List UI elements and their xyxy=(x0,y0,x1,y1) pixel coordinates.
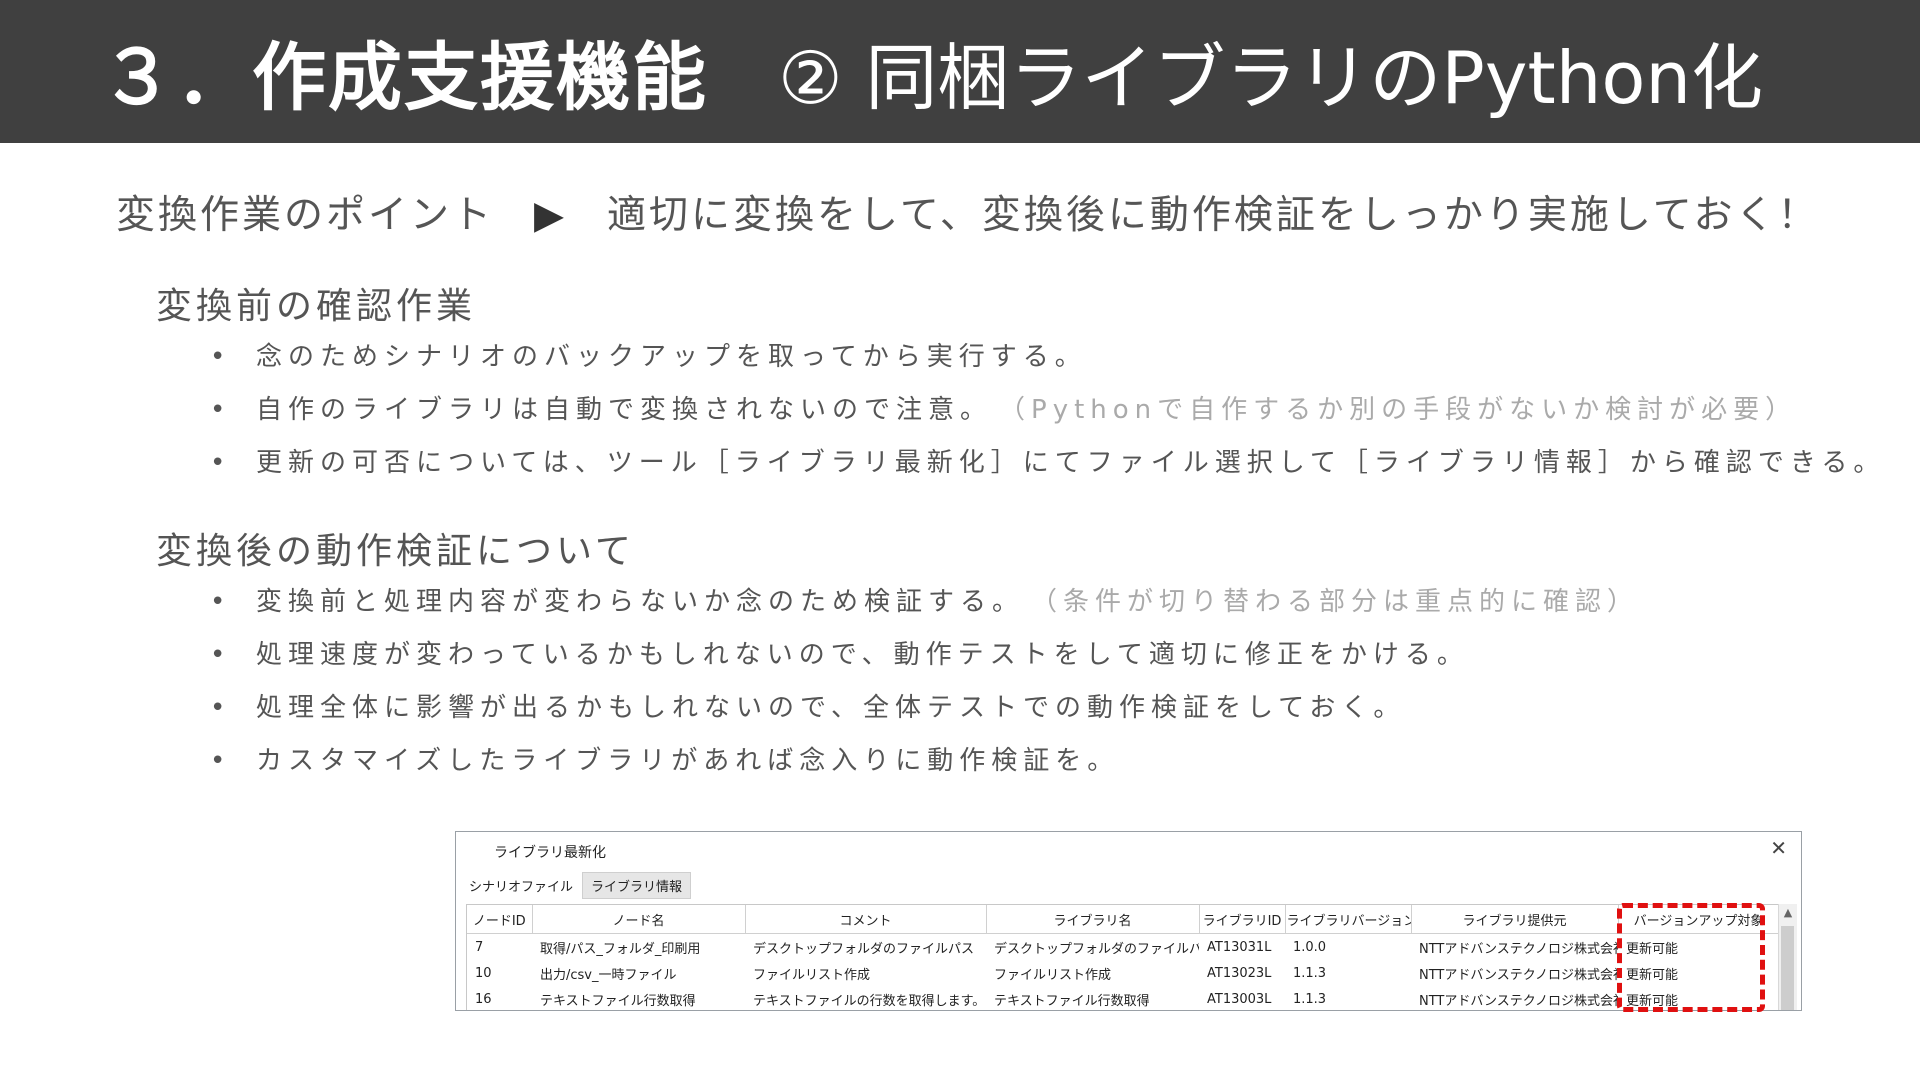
bullet-icon: • xyxy=(210,746,226,776)
bullet-icon: • xyxy=(210,587,226,617)
library-table: ノードID ノード名 コメント ライブラリ名 ライブラリID ライブラリバージョ… xyxy=(466,904,1780,1010)
dialog-title: ライブラリ最新化 xyxy=(494,845,606,861)
slide-subtitle: ② 同梱ライブラリのPython化 xyxy=(778,36,1764,120)
bullet-icon: • xyxy=(210,342,226,372)
conversion-point: 変換作業のポイント ▶ 適切に変換をして、変換後に動作検証をしっかり実施しておく！ xyxy=(116,184,1820,240)
list-item: • 念のためシナリオのバックアップを取ってから実行する。 xyxy=(210,331,1905,384)
table-cell: 更新可能 xyxy=(1626,967,1679,983)
table-cell: AT13023L xyxy=(1207,965,1272,981)
point-text: 適切に変換をして、変換後に動作検証をしっかり実施しておく！ xyxy=(607,193,1820,238)
list-item: • 自作のライブラリは自動で変換されないので注意。 （Pythonで自作するか別の手… xyxy=(210,384,1905,437)
after-checklist: • 変換前と処理内容が変わらないか念のため検証する。 （条件が切り替わる部分は重点的… xyxy=(210,576,1639,788)
bullet-icon: • xyxy=(210,693,226,723)
play-arrow-icon: ▶ xyxy=(534,193,568,238)
bullet-icon: • xyxy=(210,395,226,425)
point-label: 変換作業のポイント xyxy=(116,193,495,238)
table-cell: 取得/パス_フォルダ_印刷用 xyxy=(540,941,701,957)
section-heading-after: 変換後の動作検証について xyxy=(156,531,635,572)
table-cell: 更新可能 xyxy=(1626,941,1679,957)
list-item-text: 処理全体に影響が出るかもしれないので、全体テストでの動作検証をしておく。 xyxy=(256,693,1406,723)
table-header-row: ノードID ノード名 コメント ライブラリ名 ライブラリID ライブラリバージョ… xyxy=(467,905,1780,934)
table-cell: 出力/csv_一時ファイル xyxy=(540,967,677,983)
list-item-text: カスタマイズしたライブラリがあれば念入りに動作検証を。 xyxy=(256,746,1120,776)
table-row[interactable]: 10 出力/csv_一時ファイル ファイルリスト作成 ファイルリスト作成 AT1… xyxy=(467,960,1779,986)
table-cell: 更新可能 xyxy=(1626,993,1679,1009)
table-cell: NTTアドバンステクノロジ株式会社 xyxy=(1419,941,1618,957)
table-cell: 16 xyxy=(475,991,492,1007)
vertical-scrollbar[interactable]: ▲ xyxy=(1778,904,1797,1010)
list-item: • 変換前と処理内容が変わらないか念のため検証する。 （条件が切り替わる部分は重点的… xyxy=(210,576,1639,629)
column-header-library-provider[interactable]: ライブラリ提供元 xyxy=(1411,905,1619,934)
before-checklist: • 念のためシナリオのバックアップを取ってから実行する。 • 自作のライブラリは自動… xyxy=(210,331,1905,490)
list-item: • 処理全体に影響が出るかもしれないので、全体テストでの動作検証をしておく。 xyxy=(210,682,1639,735)
table-cell: AT13031L xyxy=(1207,939,1272,955)
library-update-dialog: ライブラリ最新化 ✕ シナリオファイル ライブラリ情報 ノードID ノード名 コ… xyxy=(455,831,1802,1011)
table-cell: 10 xyxy=(475,965,492,981)
table-cell: ファイルリスト作成 xyxy=(753,967,871,983)
bullet-icon: • xyxy=(210,448,226,478)
column-header-upgrade-target[interactable]: バージョンアップ対象 xyxy=(1618,905,1780,934)
slide-header: ３．作成支援機能 ② 同梱ライブラリのPython化 xyxy=(0,0,1920,143)
slide-title: ３．作成支援機能 xyxy=(100,35,708,121)
scroll-up-icon[interactable]: ▲ xyxy=(1779,904,1797,922)
list-item: • 処理速度が変わっているかもしれないので、動作テストをして適切に修正をかける。 xyxy=(210,629,1639,682)
table-cell: 1.0.0 xyxy=(1293,939,1327,955)
dialog-tabs: シナリオファイル ライブラリ情報 xyxy=(460,872,692,899)
table-cell: NTTアドバンステクノロジ株式会社 xyxy=(1419,993,1618,1009)
table-cell: デスクトップフォルダのファイルパス xyxy=(753,941,975,957)
column-header-library-id[interactable]: ライブラリID xyxy=(1199,905,1286,934)
list-item-text: 処理速度が変わっているかもしれないので、動作テストをして適切に修正をかける。 xyxy=(256,640,1469,670)
bullet-icon: • xyxy=(210,640,226,670)
section-heading-before: 変換前の確認作業 xyxy=(156,286,477,327)
column-header-comment[interactable]: コメント xyxy=(745,905,987,934)
list-item-note: （Pythonで自作するか別の手段がないか検討が必要） xyxy=(1012,395,1798,425)
table-row[interactable]: 16 テキストファイル行数取得 テキストファイルの行数を取得します。 テキストフ… xyxy=(467,986,1779,1010)
list-item-text: 変換前と処理内容が変わらないか念のため検証する。 xyxy=(256,587,1025,617)
table-cell: AT13003L xyxy=(1207,991,1272,1007)
table-cell: 1.1.3 xyxy=(1293,991,1327,1007)
table-cell: 7 xyxy=(475,939,484,955)
list-item-text: 念のためシナリオのバックアップを取ってから実行する。 xyxy=(256,342,1087,372)
table-cell: テキストファイルの行数を取得します。 xyxy=(753,993,986,1009)
table-cell: 1.1.3 xyxy=(1293,965,1327,981)
list-item: • 更新の可否については、ツール［ライブラリ最新化］にてファイル選択して［ライブラ… xyxy=(210,437,1905,490)
close-icon[interactable]: ✕ xyxy=(1770,836,1787,860)
scrollbar-thumb[interactable] xyxy=(1781,926,1794,1010)
table-cell: ファイルリスト作成 xyxy=(994,967,1112,983)
column-header-library-name[interactable]: ライブラリ名 xyxy=(986,905,1200,934)
column-header-node-id[interactable]: ノードID xyxy=(467,905,533,934)
column-header-library-version[interactable]: ライブラリバージョン xyxy=(1285,905,1412,934)
table-cell: テキストファイル行数取得 xyxy=(540,993,696,1009)
tab-scenario-file[interactable]: シナリオファイル xyxy=(460,872,583,899)
list-item: • カスタマイズしたライブラリがあれば念入りに動作検証を。 xyxy=(210,735,1639,788)
column-header-node-name[interactable]: ノード名 xyxy=(532,905,746,934)
list-item-text: 更新の可否については、ツール［ライブラリ最新化］にてファイル選択して［ライブラリ… xyxy=(256,448,1886,478)
list-item-note: （条件が切り替わる部分は重点的に確認） xyxy=(1044,587,1640,617)
table-cell: デスクトップフォルダのファイルパス xyxy=(994,941,1199,957)
table-row[interactable]: 7 取得/パス_フォルダ_印刷用 デスクトップフォルダのファイルパス デスクトッ… xyxy=(467,934,1779,961)
table-cell: NTTアドバンステクノロジ株式会社 xyxy=(1419,967,1618,983)
tab-library-info[interactable]: ライブラリ情報 xyxy=(582,872,692,899)
list-item-text: 自作のライブラリは自動で変換されないので注意。 xyxy=(256,395,993,425)
table-cell: テキストファイル行数取得 xyxy=(994,993,1150,1009)
